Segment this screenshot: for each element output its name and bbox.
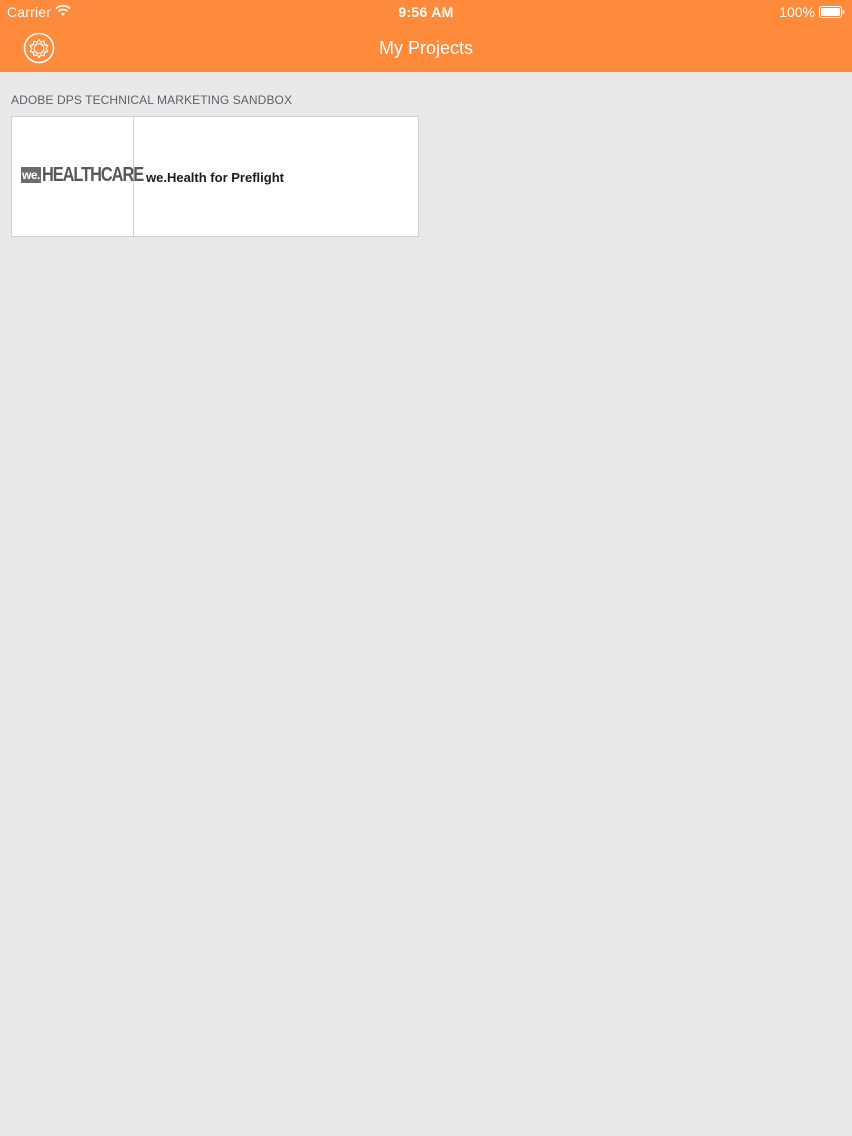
battery-icon	[819, 6, 845, 18]
battery-percentage: 100%	[779, 4, 815, 20]
project-title: we.Health for Preflight	[146, 170, 284, 185]
project-thumbnail: we. HEALTHCARE	[12, 117, 144, 236]
page-title: My Projects	[378, 38, 474, 58]
weh-healthcare-logo: we. HEALTHCARE	[21, 164, 165, 186]
top-bar: Carrier 9:56 AM 100% My Projects	[0, 0, 852, 72]
logo-brand: HEALTHCARE	[41, 164, 144, 186]
project-card[interactable]: we. HEALTHCARE we.Health for Preflight	[11, 116, 419, 237]
section-header: ADOBE DPS TECHNICAL MARKETING SANDBOX	[11, 93, 293, 107]
clock: 9:56 AM	[398, 4, 454, 20]
status-bar: Carrier 9:56 AM 100%	[0, 0, 852, 24]
logo-prefix: we.	[21, 167, 41, 183]
